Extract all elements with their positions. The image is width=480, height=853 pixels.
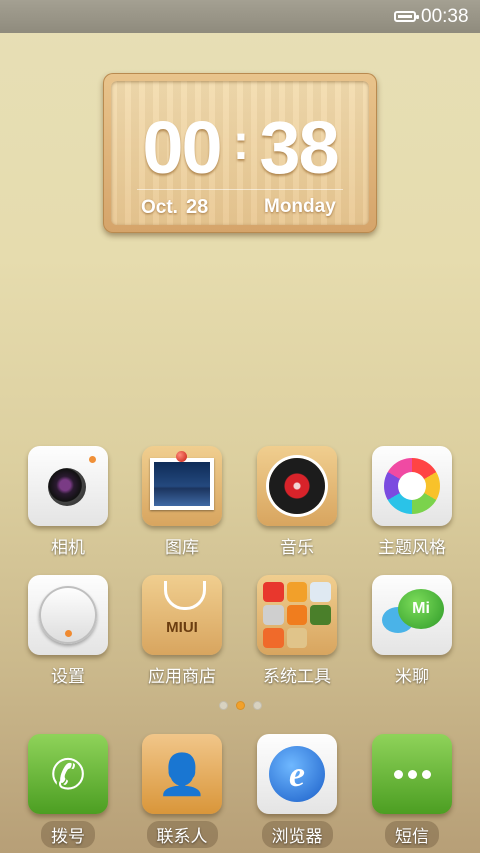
dock: ✆ 拨号 👤 联系人 e 浏览器 短信 bbox=[0, 718, 480, 853]
app-label: 米聊 bbox=[395, 667, 429, 687]
app-theme[interactable]: 主题风格 bbox=[362, 446, 462, 558]
clock-month: Oct. bbox=[141, 197, 178, 218]
app-label: 联系人 bbox=[146, 821, 218, 848]
app-label: 设置 bbox=[51, 667, 85, 687]
app-system-tools-folder[interactable]: 系统工具 bbox=[247, 575, 347, 687]
clock-weekday: Monday bbox=[264, 196, 336, 217]
battery-icon bbox=[394, 11, 419, 22]
app-contacts[interactable]: 👤 联系人 bbox=[132, 734, 232, 848]
music-icon[interactable] bbox=[257, 446, 337, 526]
phone-icon[interactable]: ✆ bbox=[28, 734, 108, 814]
sms-icon[interactable] bbox=[372, 734, 452, 814]
clock-time: 00:38 bbox=[111, 105, 369, 185]
clock-widget[interactable]: 00:38 Oct. 28 Monday bbox=[103, 73, 377, 233]
app-label: 图库 bbox=[165, 538, 199, 558]
gallery-icon[interactable] bbox=[142, 446, 222, 526]
clock-hour: 00 bbox=[142, 106, 222, 189]
app-label: 拨号 bbox=[41, 821, 95, 848]
app-gallery[interactable]: 图库 bbox=[132, 446, 232, 558]
clock-divider bbox=[137, 189, 343, 190]
browser-icon[interactable]: e bbox=[257, 734, 337, 814]
page-dot-active[interactable] bbox=[235, 701, 245, 710]
camera-icon[interactable] bbox=[28, 446, 108, 526]
clock-day: 28 bbox=[185, 196, 209, 218]
app-camera[interactable]: 相机 bbox=[18, 446, 118, 558]
clock-separator: : bbox=[232, 114, 250, 170]
mi-chat-icon[interactable]: Mi bbox=[372, 575, 452, 655]
status-bar: 00:38 bbox=[0, 0, 480, 33]
app-label: 主题风格 bbox=[378, 538, 446, 558]
app-label: 相机 bbox=[51, 538, 85, 558]
app-label: 应用商店 bbox=[148, 667, 216, 687]
app-store-icon-text: MIUI bbox=[166, 619, 198, 636]
mi-chat-icon-text: Mi bbox=[398, 589, 444, 629]
status-time: 00:38 bbox=[421, 6, 469, 27]
clock-minute: 38 bbox=[259, 106, 339, 189]
app-label: 音乐 bbox=[280, 538, 314, 558]
app-sms[interactable]: 短信 bbox=[362, 734, 462, 848]
app-label: 短信 bbox=[385, 821, 439, 848]
app-settings[interactable]: 设置 bbox=[18, 575, 118, 687]
app-label: 浏览器 bbox=[261, 821, 333, 848]
app-label: 系统工具 bbox=[263, 667, 331, 687]
app-music[interactable]: 音乐 bbox=[247, 446, 347, 558]
theme-icon[interactable] bbox=[372, 446, 452, 526]
page-dot[interactable] bbox=[218, 701, 228, 710]
app-phone[interactable]: ✆ 拨号 bbox=[18, 734, 118, 848]
page-indicator[interactable] bbox=[0, 701, 480, 710]
app-browser[interactable]: e 浏览器 bbox=[247, 734, 347, 848]
contacts-icon[interactable]: 👤 bbox=[142, 734, 222, 814]
settings-icon[interactable] bbox=[28, 575, 108, 655]
page-dot[interactable] bbox=[252, 701, 262, 710]
app-store[interactable]: MIUI 应用商店 bbox=[132, 575, 232, 687]
app-store-icon[interactable]: MIUI bbox=[142, 575, 222, 655]
clock-date: Oct. 28 bbox=[141, 196, 208, 219]
browser-icon-text: e bbox=[269, 746, 325, 802]
system-tools-folder-icon[interactable] bbox=[257, 575, 337, 655]
app-mi-chat[interactable]: Mi 米聊 bbox=[362, 575, 462, 687]
